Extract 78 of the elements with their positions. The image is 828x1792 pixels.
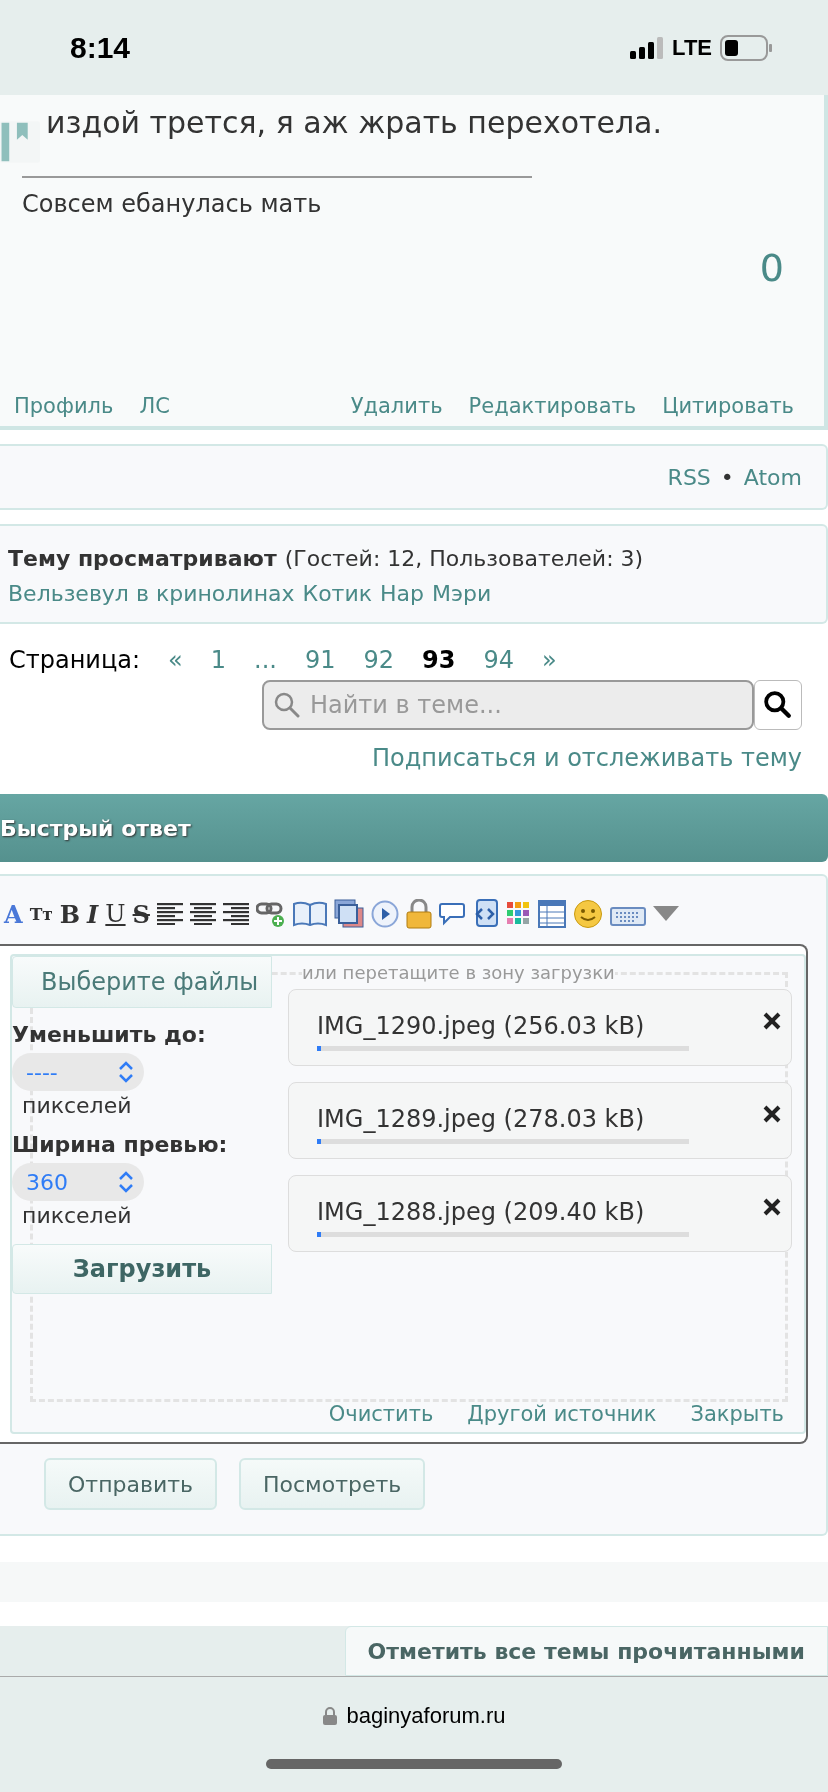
preview-width-unit: пикселей	[22, 1203, 132, 1228]
resize-label: Уменьшить до:	[12, 1022, 206, 1047]
italic-button[interactable]: I	[87, 899, 99, 929]
battery-icon	[720, 34, 772, 61]
preview-width-label: Ширина превью:	[12, 1132, 228, 1157]
feed-link[interactable]: Atom	[743, 464, 802, 490]
file-name: IMG_1288.jpeg (209.40 kB)	[317, 1198, 645, 1226]
link-icon[interactable]	[255, 900, 286, 928]
chevrons-icon	[118, 1061, 134, 1083]
lock-icon[interactable]	[405, 899, 432, 929]
user-link[interactable]: Котик	[302, 581, 372, 606]
page-link[interactable]: »	[528, 646, 571, 674]
color-grid-icon[interactable]	[506, 902, 531, 926]
dropdown-triangle-icon[interactable]	[652, 906, 679, 922]
viewers-title: Тему просматривают	[8, 546, 277, 571]
font-color-button[interactable]: A	[4, 899, 23, 929]
uploader-link[interactable]: Закрыть	[690, 1402, 784, 1426]
page-link[interactable]: «	[154, 646, 197, 674]
search-field[interactable]: Найти в теме...	[262, 680, 754, 730]
align-left-icon[interactable]	[156, 903, 183, 925]
signal-icon	[630, 36, 665, 59]
user-link[interactable]: Нар	[380, 581, 424, 606]
uploader-link[interactable]: Очистить	[328, 1402, 434, 1426]
network-label: LTE	[672, 34, 712, 61]
strikethrough-button[interactable]: S	[132, 899, 150, 929]
pagination-label: Страница:	[9, 646, 141, 674]
align-center-icon[interactable]	[189, 903, 216, 925]
status-time: 8:14	[70, 30, 131, 65]
page-link[interactable]: 1	[196, 646, 241, 674]
post-link[interactable]: Профиль	[14, 394, 114, 418]
form-button[interactable]: Отправить	[44, 1458, 217, 1510]
play-icon[interactable]	[370, 900, 399, 928]
chevrons-icon	[118, 1171, 134, 1193]
user-link[interactable]: Мэри	[432, 581, 492, 606]
post-signature: Совсем ебанулась мать	[22, 190, 323, 218]
mark-all-read-button[interactable]: Отметить все темы прочитанными	[344, 1626, 828, 1676]
uploader-link[interactable]: Другой источник	[467, 1402, 657, 1426]
subscribe-link[interactable]: Подписаться и отслеживать тему	[372, 744, 802, 772]
separator-dot: •	[720, 464, 734, 490]
close-icon[interactable]	[763, 1198, 781, 1216]
post-link[interactable]: ЛС	[139, 394, 170, 418]
page-link[interactable]: ...	[240, 646, 291, 674]
like-count: 0	[759, 246, 784, 290]
file-name: IMG_1290.jpeg (256.03 kB)	[317, 1012, 645, 1040]
speech-bubble-icon[interactable]	[438, 902, 465, 926]
upload-button[interactable]: Загрузить	[12, 1244, 272, 1294]
page-link[interactable]: 94	[469, 646, 528, 674]
lock-icon	[322, 1707, 337, 1725]
post-action-link[interactable]: Удалить	[350, 394, 443, 418]
book-icon[interactable]	[292, 901, 327, 927]
resize-unit: пикселей	[22, 1093, 132, 1118]
underline-button[interactable]: U	[105, 900, 126, 928]
post-action-link[interactable]: Цитировать	[662, 394, 794, 418]
search-button[interactable]	[754, 680, 802, 730]
post-action-link[interactable]: Редактировать	[468, 394, 637, 418]
table-icon[interactable]	[537, 900, 566, 928]
close-icon[interactable]	[763, 1012, 781, 1030]
choose-files-button[interactable]: Выберите файлы	[12, 956, 272, 1008]
bold-button[interactable]: B	[59, 899, 81, 929]
images-icon[interactable]	[333, 899, 364, 929]
quick-reply-title: Быстрый ответ	[0, 815, 191, 841]
resize-select[interactable]: ----	[12, 1053, 144, 1091]
page-link[interactable]: 91	[290, 646, 350, 674]
search-icon	[764, 691, 792, 719]
viewers-counts: (Гостей: 12, Пользователей: 3)	[284, 546, 644, 571]
align-right-icon[interactable]	[222, 903, 249, 925]
page-link[interactable]: 92	[349, 646, 409, 674]
page-link[interactable]: 93	[408, 646, 470, 674]
feed-link[interactable]: RSS	[667, 464, 711, 490]
post-text: издой трется, я аж жрать перехотела.	[45, 105, 664, 140]
smiley-icon[interactable]	[572, 899, 603, 929]
form-button[interactable]: Посмотреть	[239, 1458, 426, 1510]
file-name: IMG_1289.jpeg (278.03 kB)	[317, 1105, 645, 1133]
preview-width-select[interactable]: 360	[12, 1163, 144, 1201]
font-size-button[interactable]: Tт	[29, 904, 53, 924]
url-text: baginyaforum.ru	[346, 1703, 506, 1729]
close-icon[interactable]	[763, 1105, 781, 1123]
user-link[interactable]: Вельзевул в кринолинах	[8, 581, 295, 606]
